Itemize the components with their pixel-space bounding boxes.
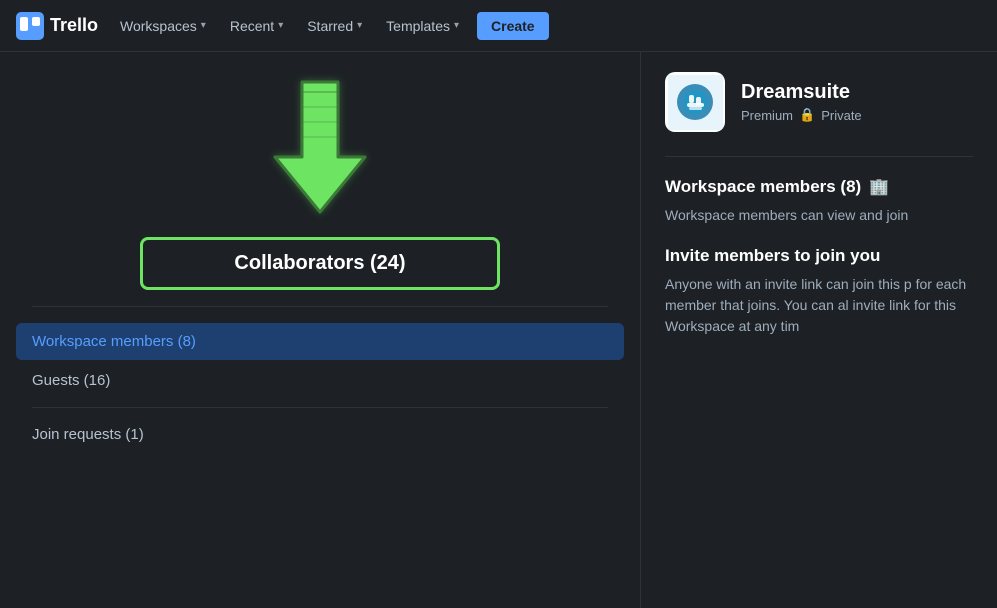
workspace-members-label: Workspace members (8) <box>32 333 196 350</box>
workspace-members-menu-item[interactable]: Workspace members (8) <box>16 323 624 360</box>
guests-menu-item[interactable]: Guests (16) <box>16 362 624 399</box>
workspace-avatar <box>665 72 725 132</box>
workspace-logo-icon <box>668 75 723 130</box>
menu-list: Workspace members (8) Guests (16) Join r… <box>0 323 640 455</box>
workspace-meta: Premium 🔒 Private <box>741 107 862 123</box>
recent-chevron-icon: ▾ <box>278 20 283 31</box>
invite-section-title: Invite members to join you <box>665 246 973 266</box>
trello-logo[interactable]: Trello <box>16 12 98 40</box>
recent-nav-button[interactable]: Recent ▾ <box>220 12 293 40</box>
collaborators-button[interactable]: Collaborators (24) <box>140 237 500 290</box>
join-requests-label: Join requests (1) <box>32 426 144 443</box>
trello-logo-icon <box>16 12 44 40</box>
workspaces-nav-button[interactable]: Workspaces ▾ <box>110 12 216 40</box>
navbar: Trello Workspaces ▾ Recent ▾ Starred ▾ T… <box>0 0 997 52</box>
lock-icon: 🔒 <box>799 107 815 123</box>
workspace-info: Dreamsuite Premium 🔒 Private <box>741 81 862 123</box>
workspace-plan: Premium <box>741 108 793 123</box>
join-requests-menu-item[interactable]: Join requests (1) <box>16 416 624 453</box>
workspace-header: Dreamsuite Premium 🔒 Private <box>665 72 973 132</box>
menu-divider <box>32 407 608 408</box>
starred-nav-button[interactable]: Starred ▾ <box>297 12 372 40</box>
arrow-annotation <box>250 72 390 227</box>
templates-nav-button[interactable]: Templates ▾ <box>376 12 469 40</box>
workspace-privacy: Private <box>821 108 861 123</box>
down-arrow-icon <box>250 72 390 222</box>
guests-label: Guests (16) <box>32 372 110 389</box>
right-divider <box>665 156 973 157</box>
building-icon: 🏢 <box>869 177 889 197</box>
workspace-members-description: Workspace members can view and join <box>665 205 973 226</box>
workspace-name: Dreamsuite <box>741 81 862 104</box>
workspaces-nav-label: Workspaces <box>120 18 197 34</box>
main-content: Collaborators (24) Workspace members (8)… <box>0 52 997 608</box>
workspace-members-title-text: Workspace members (8) <box>665 177 861 197</box>
starred-nav-label: Starred <box>307 18 353 34</box>
left-panel: Collaborators (24) Workspace members (8)… <box>0 52 640 608</box>
recent-nav-label: Recent <box>230 18 274 34</box>
invite-description: Anyone with an invite link can join this… <box>665 274 973 337</box>
templates-chevron-icon: ▾ <box>454 20 459 31</box>
left-divider <box>32 306 608 307</box>
right-panel: Dreamsuite Premium 🔒 Private Workspace m… <box>640 52 997 608</box>
workspaces-chevron-icon: ▾ <box>201 20 206 31</box>
templates-nav-label: Templates <box>386 18 450 34</box>
trello-wordmark: Trello <box>50 15 98 36</box>
workspace-members-section-title: Workspace members (8) 🏢 <box>665 177 973 197</box>
starred-chevron-icon: ▾ <box>357 20 362 31</box>
create-button[interactable]: Create <box>477 12 549 40</box>
